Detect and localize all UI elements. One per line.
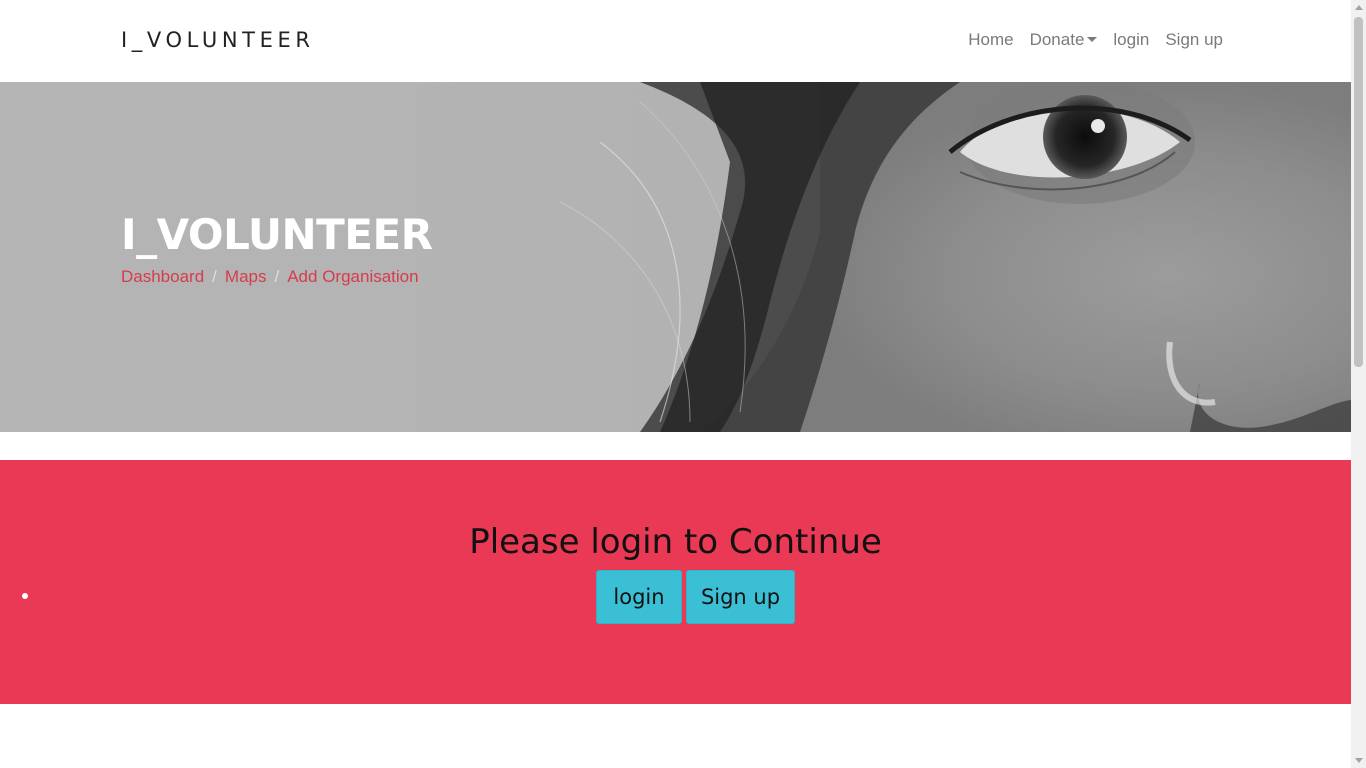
- nav-donate-label: Donate: [1029, 30, 1085, 49]
- login-prompt-heading: Please login to Continue: [469, 522, 882, 562]
- vertical-scrollbar[interactable]: [1351, 0, 1366, 768]
- login-button[interactable]: login: [596, 570, 682, 624]
- breadcrumb-maps[interactable]: Maps: [225, 267, 267, 287]
- main-nav: Home Donate login Sign up: [968, 30, 1223, 50]
- nav-home-link[interactable]: Home: [968, 30, 1013, 50]
- breadcrumb-separator: /: [274, 267, 280, 286]
- breadcrumb-add-organisation[interactable]: Add Organisation: [287, 267, 418, 287]
- scroll-down-icon[interactable]: [1355, 758, 1363, 763]
- page: I_VOLUNTEER Home Donate login Sign up I_…: [0, 0, 1351, 768]
- bullet-icon: [22, 593, 28, 599]
- nav-signup-link[interactable]: Sign up: [1165, 30, 1223, 50]
- nav-login-link[interactable]: login: [1113, 30, 1149, 50]
- breadcrumb-dashboard[interactable]: Dashboard: [121, 267, 204, 287]
- login-prompt-section: Please login to Continue login Sign up: [0, 460, 1351, 704]
- navbar: I_VOLUNTEER Home Donate login Sign up: [0, 0, 1351, 82]
- nav-donate-dropdown[interactable]: Donate: [1030, 30, 1098, 50]
- chevron-down-icon: [1087, 36, 1098, 42]
- hero-banner: I_VOLUNTEER Dashboard / Maps / Add Organ…: [0, 82, 1351, 432]
- page-title: I_VOLUNTEER: [121, 210, 433, 259]
- brand-logo[interactable]: I_VOLUNTEER: [121, 28, 315, 52]
- auth-button-group: login Sign up: [596, 570, 795, 624]
- scrollbar-thumb[interactable]: [1354, 17, 1363, 367]
- breadcrumb-separator: /: [212, 267, 217, 286]
- signup-button[interactable]: Sign up: [686, 570, 795, 624]
- scroll-up-icon[interactable]: [1355, 5, 1363, 10]
- breadcrumb: Dashboard / Maps / Add Organisation: [121, 267, 419, 287]
